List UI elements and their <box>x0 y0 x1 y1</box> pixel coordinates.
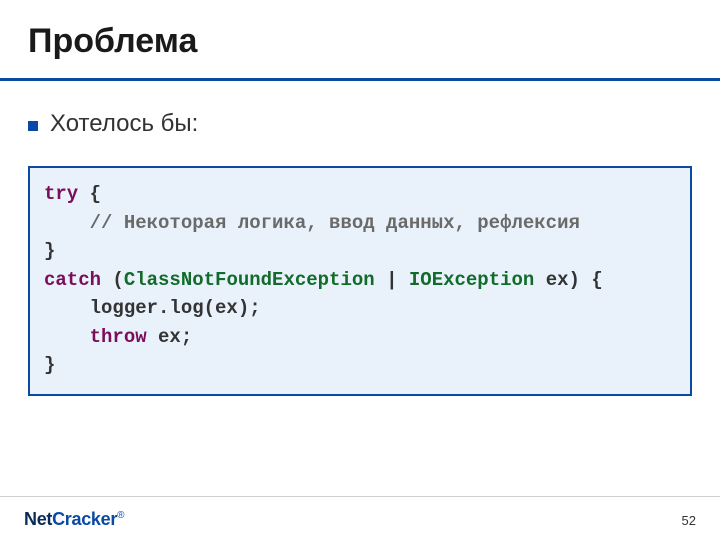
registered-icon: ® <box>117 510 124 521</box>
code-keyword: throw <box>90 326 147 348</box>
code-keyword: catch <box>44 269 101 291</box>
code-class: IOException <box>409 269 534 291</box>
code-text: { <box>78 183 101 205</box>
slide: Проблема Хотелось бы: try { // Некоторая… <box>0 0 720 540</box>
code-text: | <box>375 269 409 291</box>
code-indent <box>44 326 90 348</box>
code-text: logger.log(ex); <box>44 297 261 319</box>
code-comment: // Некоторая логика, ввод данных, рефлек… <box>90 212 580 234</box>
logo-part-cracker: Cracker <box>52 509 117 529</box>
code-text: ex) { <box>534 269 602 291</box>
code-indent <box>44 212 90 234</box>
title-divider <box>0 78 720 81</box>
code-text: ( <box>101 269 124 291</box>
slide-footer: NetCracker® 52 <box>0 496 720 540</box>
code-text: } <box>44 354 55 376</box>
slide-body: Хотелось бы: try { // Некоторая логика, … <box>28 110 692 396</box>
code-keyword: try <box>44 183 78 205</box>
bullet-item: Хотелось бы: <box>28 110 692 138</box>
code-class: ClassNotFoundException <box>124 269 375 291</box>
code-text: ex; <box>147 326 193 348</box>
square-bullet-icon <box>28 121 38 131</box>
code-text: } <box>44 240 55 262</box>
logo-part-net: Net <box>24 509 52 529</box>
page-number: 52 <box>682 513 696 528</box>
slide-title: Проблема <box>28 22 197 61</box>
bullet-text: Хотелось бы: <box>50 110 198 138</box>
code-block: try { // Некоторая логика, ввод данных, … <box>28 166 692 396</box>
brand-logo: NetCracker® <box>24 509 124 530</box>
